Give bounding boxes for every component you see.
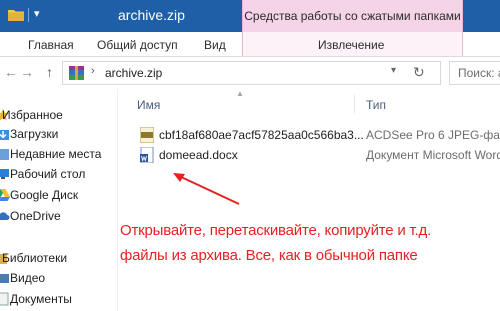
- google-drive-icon: [0, 189, 10, 201]
- nav-item-desktop[interactable]: Рабочий стол: [0, 164, 117, 184]
- nav-item-recent-places[interactable]: Недавние места: [0, 144, 117, 164]
- folder-icon[interactable]: [8, 8, 24, 21]
- search-input[interactable]: Поиск: a: [449, 61, 500, 85]
- column-divider[interactable]: [354, 95, 355, 113]
- annotation-line-2: файлы из архива. Все, как в обычной папк…: [120, 247, 418, 264]
- breadcrumb-chevron-icon[interactable]: ›: [91, 65, 95, 77]
- nav-item-google-drive[interactable]: Google Диск: [0, 185, 117, 205]
- nav-item-onedrive[interactable]: OneDrive: [0, 206, 117, 226]
- quick-access-separator: [28, 8, 29, 22]
- title-bar: ▾ archive.zip Средства работы со сжатыми…: [0, 0, 500, 32]
- file-type: ACDSee Pro 6 JPEG-файл: [366, 128, 500, 142]
- file-type: Документ Microsoft Word: [366, 148, 500, 162]
- nav-label: Избранное: [2, 108, 63, 122]
- quick-access-dropdown-icon[interactable]: ▾: [34, 6, 40, 22]
- context-tab-title: Средства работы со сжатыми папками: [244, 9, 461, 23]
- video-library-icon: [0, 274, 9, 283]
- address-bar[interactable]: › archive.zip ▾ ↻: [62, 61, 441, 85]
- onedrive-icon: [0, 212, 10, 220]
- forward-icon[interactable]: →: [20, 64, 34, 80]
- nav-item-downloads[interactable]: Загрузки: [0, 124, 117, 144]
- tab-share[interactable]: Общий доступ: [97, 38, 178, 52]
- recent-places-icon: [0, 149, 9, 160]
- tab-view[interactable]: Вид: [204, 38, 226, 52]
- file-row[interactable]: cbf18af680ae7acf57825aa0c566ba3... ACDSe…: [118, 125, 500, 145]
- navigation-pane: Избранное Загрузки Недавние места Рабочи…: [0, 89, 118, 311]
- ribbon-tabs: Главная Общий доступ Вид Извлечение: [0, 32, 500, 57]
- documents-library-icon: [0, 292, 9, 306]
- nav-label: Документы: [10, 292, 72, 306]
- back-icon[interactable]: ←: [4, 64, 18, 80]
- annotation-line-1: Открывайте, перетаскивайте, копируйте и …: [120, 222, 432, 239]
- nav-label: Недавние места: [10, 147, 102, 161]
- context-tab-header: Средства работы со сжатыми папками: [242, 0, 463, 32]
- nav-label: OneDrive: [10, 209, 61, 223]
- tab-home[interactable]: Главная: [28, 38, 74, 52]
- jpeg-file-icon: [140, 127, 154, 143]
- file-name: domeead.docx: [159, 148, 238, 162]
- nav-label: Google Диск: [10, 188, 79, 202]
- file-name: cbf18af680ae7acf57825aa0c566ba3...: [159, 128, 364, 142]
- tab-extract[interactable]: Извлечение: [318, 38, 384, 52]
- word-document-icon: [140, 147, 154, 163]
- up-icon[interactable]: ↑: [46, 64, 53, 80]
- nav-label: Загрузки: [10, 127, 59, 141]
- address-row: ← → ↑ › archive.zip ▾ ↻ Поиск: a: [0, 57, 500, 89]
- downloads-icon: [0, 130, 9, 140]
- nav-label: Рабочий стол: [10, 167, 86, 181]
- address-path[interactable]: archive.zip: [105, 66, 162, 80]
- nav-item-videos[interactable]: Видео: [0, 268, 117, 288]
- winrar-archive-icon: [69, 66, 84, 80]
- nav-label: Библиотеки: [2, 251, 68, 265]
- nav-item-documents[interactable]: Документы: [0, 289, 117, 309]
- column-header-type[interactable]: Тип: [366, 98, 386, 112]
- sort-ascending-icon: ▲: [236, 89, 244, 98]
- nav-label: Видео: [10, 271, 46, 285]
- file-row[interactable]: domeead.docx Документ Microsoft Word: [118, 145, 500, 165]
- nav-libraries-header[interactable]: Библиотеки: [0, 248, 117, 268]
- desktop-icon: [0, 169, 9, 179]
- search-placeholder: Поиск: a: [458, 66, 500, 80]
- column-header-name[interactable]: Имя: [137, 98, 160, 112]
- nav-favorites-header[interactable]: Избранное: [0, 105, 117, 125]
- refresh-icon[interactable]: ↻: [413, 64, 425, 81]
- annotation-arrow-icon: [173, 173, 240, 205]
- window-title: archive.zip: [118, 7, 185, 23]
- address-dropdown-icon[interactable]: ▾: [391, 65, 396, 76]
